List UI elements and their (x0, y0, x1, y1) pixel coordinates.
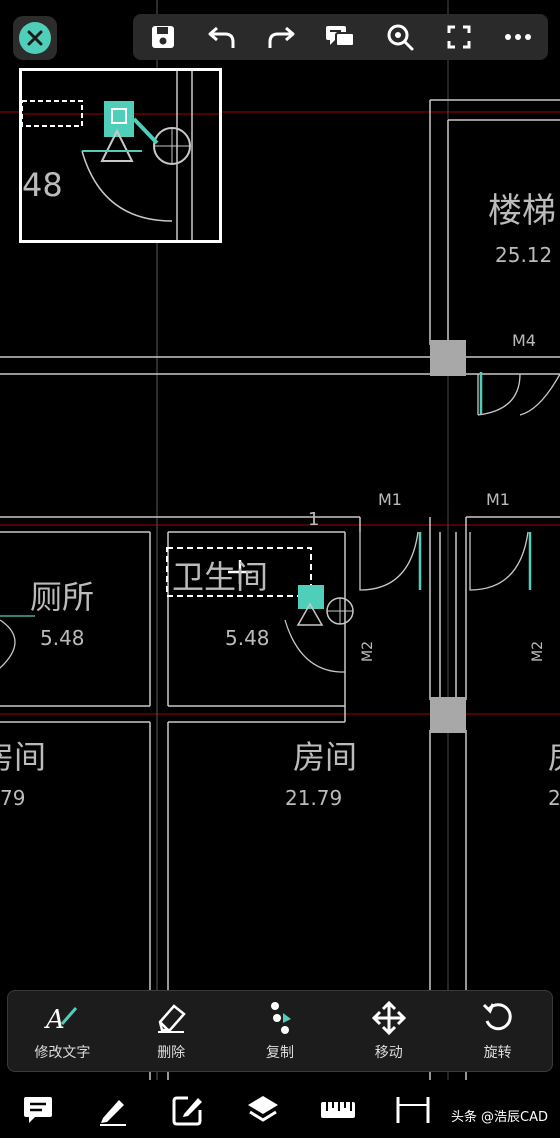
move-label: 移动 (374, 1045, 403, 1061)
edit-box-icon (172, 1096, 202, 1126)
axis-marker: 1 (308, 509, 319, 530)
watermark-handle: @浩辰CAD (481, 1110, 548, 1125)
zoom-icon (387, 24, 414, 51)
redo-button[interactable] (261, 17, 301, 57)
magnifier-text: 48 (22, 166, 63, 204)
edit-button[interactable] (150, 1082, 225, 1138)
door-label-m2-b: M2 (530, 641, 546, 662)
room-label-left-fragment: 房间 (0, 738, 46, 776)
ruler-icon (320, 1102, 355, 1118)
fullscreen-button[interactable] (439, 17, 479, 57)
redo-icon (268, 26, 295, 48)
draw-button[interactable] (75, 1082, 150, 1138)
edit-text-label: 修改文字 (34, 1045, 91, 1061)
delete-button[interactable]: 删除 (121, 1000, 221, 1062)
edit-actions-panel: A 修改文字 删除 复制 移动 旋转 (7, 990, 553, 1072)
close-icon (19, 22, 51, 54)
measure-button[interactable] (300, 1082, 375, 1138)
zoom-button[interactable] (380, 17, 420, 57)
door-label-m1-a: M1 (378, 490, 402, 509)
room-area-stairs: 25.12 (495, 243, 552, 267)
save-button[interactable] (143, 17, 183, 57)
door-label-m1-b: M1 (486, 490, 510, 509)
room-label-toilet: 厕所 (30, 578, 94, 616)
pencil-icon (99, 1100, 126, 1126)
room-area-room: 21.79 (285, 786, 342, 810)
close-button[interactable] (13, 16, 57, 60)
copy-button[interactable]: 复制 (230, 1000, 330, 1062)
comment-icon (326, 26, 356, 47)
delete-label: 删除 (157, 1045, 186, 1061)
undo-button[interactable] (202, 17, 242, 57)
room-area-bathroom: 5.48 (225, 626, 270, 650)
room-area-right-fragment: 2 (548, 786, 560, 810)
door-label-m4: M4 (512, 331, 536, 350)
edit-text-icon: A (44, 1000, 80, 1036)
dimension-button[interactable] (375, 1082, 450, 1138)
watermark-prefix: 头条 (451, 1110, 478, 1125)
save-icon (151, 26, 174, 48)
rotate-label: 旋转 (483, 1045, 512, 1061)
room-label-room: 房间 (293, 738, 357, 776)
layers-button[interactable] (225, 1082, 300, 1138)
room-label-stairs: 楼梯 (488, 191, 556, 231)
door-label-m2-a: M2 (360, 641, 376, 662)
annotation-button[interactable] (0, 1082, 75, 1138)
eraser-icon (154, 1000, 188, 1036)
room-label-right-fragment: 房 (548, 738, 560, 776)
dimension-icon (396, 1097, 429, 1123)
copy-label: 复制 (265, 1045, 294, 1061)
layers-icon (247, 1096, 278, 1122)
comment-button[interactable] (320, 17, 360, 57)
move-button[interactable]: 移动 (339, 1000, 439, 1062)
fullscreen-icon (447, 25, 471, 49)
magnifier-preview: 48 (19, 68, 222, 243)
rotate-button[interactable]: 旋转 (448, 1000, 548, 1062)
room-area-left-fragment: 79 (0, 786, 25, 810)
edit-text-button[interactable]: A 修改文字 (12, 1000, 112, 1062)
rotate-icon (481, 1000, 515, 1036)
watermark: 头条 @浩辰CAD (451, 1106, 548, 1125)
copy-icon (265, 1000, 295, 1036)
move-icon (371, 1000, 406, 1036)
undo-icon (208, 26, 235, 48)
more-button[interactable] (498, 17, 538, 57)
comment-icon (23, 1097, 52, 1123)
svg-text:A: A (44, 1005, 65, 1034)
more-icon (505, 34, 532, 40)
room-label-bathroom: 卫生间 (172, 558, 268, 596)
room-area-toilet: 5.48 (40, 626, 85, 650)
top-toolbar (133, 14, 548, 60)
